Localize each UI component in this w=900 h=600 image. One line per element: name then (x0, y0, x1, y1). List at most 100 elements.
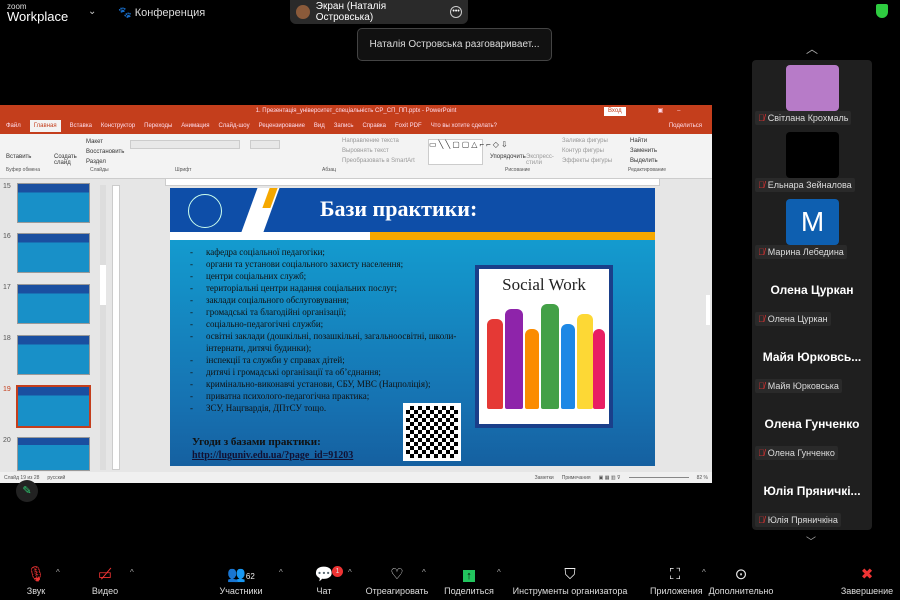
font-select[interactable] (130, 140, 240, 149)
font-size-select[interactable] (250, 140, 280, 149)
more-button[interactable]: ⊙ Дополнительно (704, 564, 778, 596)
zoom-logo[interactable]: Workplace (7, 9, 68, 24)
tab-foxit[interactable]: Foxit PDF (395, 123, 422, 129)
comments-button[interactable]: Примечания (562, 475, 591, 481)
end-button[interactable]: ✖ Завершение (838, 564, 896, 596)
arrange-button[interactable]: Упорядочить (490, 154, 526, 160)
annotate-pen-icon[interactable]: ✎ (16, 480, 38, 502)
participant-display-name: Олена Цуркан (770, 283, 854, 297)
slide-thumbnails[interactable]: 15 16 17 18 19 20 (0, 181, 100, 473)
slide-thumbnail-selected[interactable] (16, 385, 91, 428)
participant-tile[interactable]: M 🎙̸ Марина Лебедина (752, 194, 872, 261)
host-tools-button[interactable]: ⛉ Инструменты организатора (508, 564, 632, 596)
list-item: кафедра соціальної педагогіки; (190, 246, 480, 258)
audio-button[interactable]: 🎙 Звук (22, 564, 50, 596)
participant-tile[interactable]: Юлія Пряничкі... 🎙̸ Юлія Пряничкіна (752, 462, 872, 529)
social-work-image: Social Work (475, 265, 613, 428)
agreements-link[interactable]: http://luguniv.edu.ua/?page_id=91203 (192, 450, 353, 461)
language[interactable]: русский (47, 475, 65, 481)
scroll-up-icon[interactable]: ︿ (806, 40, 818, 57)
security-shield-icon[interactable] (876, 4, 888, 18)
slide-thumbnail[interactable] (17, 284, 90, 324)
slide-thumbnail[interactable] (17, 437, 90, 471)
participant-tile[interactable]: Майя Юрковсь... 🎙̸ Майя Юрковська (752, 328, 872, 395)
mic-muted-icon: 🎙̸ (758, 247, 765, 257)
tab-help[interactable]: Справка (362, 123, 386, 129)
replace-button[interactable]: Заменить (630, 148, 657, 154)
mic-muted-icon: 🎙̸ (758, 381, 765, 391)
shape-effects-button[interactable]: Эффекты фигуры (562, 158, 612, 164)
participants-icon: 👥62 (227, 566, 255, 583)
participant-name: Ельнара Зейналова (767, 180, 852, 190)
slide-scrollbar[interactable] (706, 295, 710, 325)
signin-button[interactable]: Вход (604, 107, 626, 116)
shape-fill-button[interactable]: Заливка фигуры (562, 138, 608, 144)
audio-options-caret[interactable]: ^ (56, 568, 60, 577)
tab-slideshow[interactable]: Слайд-шоу (218, 123, 249, 129)
scroll-down-icon[interactable]: ﹀ (806, 533, 816, 548)
slide-thumbnail[interactable] (17, 183, 90, 223)
notes-button[interactable]: Заметки (535, 475, 554, 481)
chat-caret[interactable]: ^ (348, 568, 352, 577)
slide-canvas[interactable]: Бази практики: кафедра соціальної педаго… (170, 188, 655, 466)
reset-button[interactable]: Восстановить (86, 149, 124, 155)
smartart-button[interactable]: Преобразовать в SmartArt (342, 158, 415, 164)
participant-tile[interactable]: 🎙̸ Світлана Крохмаль (752, 60, 872, 127)
zoom-slider[interactable] (628, 477, 689, 478)
tab-file[interactable]: Файл (6, 123, 21, 129)
participants-button[interactable]: 👥62 Участники (218, 564, 264, 596)
screen-share-label: Экран (Наталія Островська) (315, 1, 387, 23)
align-text-button[interactable]: Выровнять текст (342, 148, 389, 154)
select-button[interactable]: Выделить (630, 158, 658, 164)
tab-view[interactable]: Вид (314, 123, 325, 129)
tab-design[interactable]: Конструктор (101, 123, 135, 129)
chevron-down-icon[interactable]: ⌄ (88, 6, 96, 17)
meeting-toolbar: 🎙 Звук ^ ▭̸ Видео ^ 👥62 Участники ^ 💬 1 Чат ^… (0, 560, 900, 600)
video-button[interactable]: ▭̸ Видео (90, 564, 120, 596)
chat-button[interactable]: 💬 1 Чат (310, 564, 343, 596)
meeting-info[interactable]: 🐾 Конференция (118, 6, 205, 19)
tab-transitions[interactable]: Переходы (144, 123, 172, 129)
zoom-level[interactable]: 82 % (697, 475, 708, 481)
video-options-caret[interactable]: ^ (130, 568, 134, 577)
tell-me-search[interactable]: Что вы хотите сделать? (431, 123, 497, 129)
participant-name: Майя Юрковська (767, 381, 839, 391)
share-caret[interactable]: ^ (497, 568, 501, 577)
participant-video (786, 132, 839, 178)
paste-button[interactable]: Вставить (6, 154, 31, 160)
apps-button[interactable]: ⛶ Приложения (650, 564, 703, 596)
more-icon[interactable]: ••• (450, 6, 462, 18)
share-button[interactable]: ↑ Поделиться (442, 564, 496, 596)
tab-animation[interactable]: Анимация (181, 123, 209, 129)
screen-share-pill[interactable]: Экран (Наталія Островська) ••• (290, 0, 468, 24)
ribbon: Вставить Создать слайд Макет Восстановит… (0, 134, 712, 179)
participant-letter-avatar: M (786, 199, 839, 245)
tab-review[interactable]: Рецензирование (259, 123, 305, 129)
paw-icon: 🐾 (118, 7, 135, 19)
person-figure (593, 329, 605, 409)
share-link[interactable]: Поделиться (669, 123, 702, 129)
section-button[interactable]: Раздел (86, 159, 106, 165)
participant-tile[interactable]: Олена Гунченко 🎙̸ Олена Гунченко (752, 395, 872, 462)
find-button[interactable]: Найти (630, 138, 647, 144)
view-buttons[interactable]: ▣ ▦ ▥ ⊽ (599, 475, 621, 481)
participant-tile[interactable]: 🎙̸ Ельнара Зейналова (752, 127, 872, 194)
shape-outline-button[interactable]: Контур фигуры (562, 148, 604, 154)
tab-home[interactable]: Главная (29, 120, 61, 132)
tab-record[interactable]: Запись (334, 123, 354, 129)
thumbnail-scrollbar[interactable] (100, 185, 106, 470)
shapes-gallery[interactable]: ▭╲╲▢▢△⌐⌐◇⇩ (428, 139, 508, 165)
slide-thumbnail[interactable] (17, 335, 90, 375)
participants-caret[interactable]: ^ (279, 568, 283, 577)
participant-tile[interactable]: Олена Цуркан 🎙̸ Олена Цуркан (752, 261, 872, 328)
tab-insert[interactable]: Вставка (70, 123, 92, 129)
slide-thumbnail[interactable] (17, 233, 90, 273)
new-slide-button[interactable]: Создать слайд (54, 154, 78, 166)
quick-styles-button[interactable]: Экспресс-стили (526, 154, 554, 166)
layout-button[interactable]: Макет (86, 139, 103, 145)
group-label: Буфер обмена (6, 167, 40, 173)
react-caret[interactable]: ^ (422, 568, 426, 577)
participants-gallery: 🎙̸ Світлана Крохмаль 🎙̸ Ельнара Зейналова … (752, 60, 872, 530)
thumb-number: 18 (3, 335, 11, 342)
text-direction-button[interactable]: Направление текста (342, 138, 399, 144)
